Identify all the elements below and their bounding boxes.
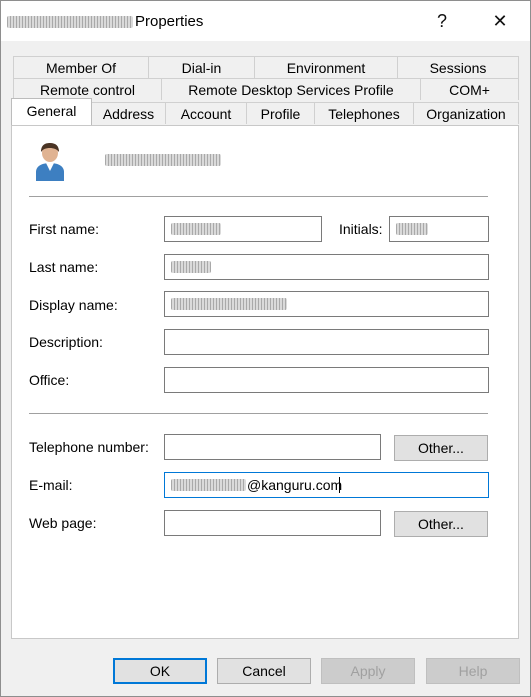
apply-button[interactable]: Apply bbox=[321, 658, 415, 684]
email-label: E-mail: bbox=[29, 477, 73, 493]
web-page-other-button[interactable]: Other... bbox=[394, 511, 488, 537]
tab-sessions[interactable]: Sessions bbox=[397, 56, 519, 78]
close-button[interactable]: ✕ bbox=[477, 1, 523, 41]
user-avatar-icon bbox=[36, 143, 64, 181]
office-field[interactable] bbox=[164, 367, 489, 393]
tab-profile[interactable]: Profile bbox=[246, 102, 315, 124]
text-caret bbox=[339, 477, 340, 493]
tab-member-of[interactable]: Member Of bbox=[13, 56, 149, 78]
web-page-label: Web page: bbox=[29, 515, 97, 531]
tab-com-plus[interactable]: COM+ bbox=[420, 78, 519, 100]
title-bar: Properties ? ✕ bbox=[1, 1, 530, 41]
last-name-label: Last name: bbox=[29, 259, 99, 275]
help-footer-button[interactable]: Help bbox=[426, 658, 520, 684]
description-field[interactable] bbox=[164, 329, 489, 355]
description-label: Description: bbox=[29, 334, 103, 350]
telephone-number-label: Telephone number: bbox=[29, 439, 149, 455]
last-name-field[interactable] bbox=[164, 254, 489, 280]
redacted-email-local-part bbox=[171, 479, 246, 491]
tab-environment[interactable]: Environment bbox=[254, 56, 398, 78]
redacted-last-name bbox=[171, 261, 211, 273]
window-title: Properties bbox=[135, 13, 204, 30]
cancel-button[interactable]: Cancel bbox=[217, 658, 311, 684]
tab-telephones[interactable]: Telephones bbox=[314, 102, 414, 124]
first-name-label: First name: bbox=[29, 221, 100, 237]
tab-address[interactable]: Address bbox=[91, 102, 166, 124]
tab-remote-control[interactable]: Remote control bbox=[13, 78, 162, 100]
telephone-other-button[interactable]: Other... bbox=[394, 435, 488, 461]
web-page-field[interactable] bbox=[164, 510, 381, 536]
display-name-label: Display name: bbox=[29, 297, 118, 313]
display-name-field[interactable] bbox=[164, 291, 489, 317]
first-name-field[interactable] bbox=[164, 216, 322, 242]
tab-organization[interactable]: Organization bbox=[413, 102, 519, 124]
help-button[interactable]: ? bbox=[419, 1, 465, 41]
redacted-initials bbox=[396, 223, 428, 235]
email-domain-text: @kanguru.com bbox=[247, 477, 343, 493]
divider-middle bbox=[29, 413, 488, 414]
ok-button[interactable]: OK bbox=[113, 658, 207, 684]
tab-general[interactable]: General bbox=[11, 98, 92, 125]
email-field[interactable]: @kanguru.com bbox=[164, 472, 489, 498]
redacted-display-name bbox=[171, 298, 287, 310]
redacted-user-display-name bbox=[105, 154, 221, 166]
tab-account[interactable]: Account bbox=[165, 102, 247, 124]
office-label: Office: bbox=[29, 372, 70, 388]
redacted-username-title bbox=[7, 16, 133, 28]
divider-top bbox=[29, 196, 488, 197]
tab-dial-in[interactable]: Dial-in bbox=[148, 56, 255, 78]
initials-field[interactable] bbox=[389, 216, 489, 242]
initials-label: Initials: bbox=[339, 221, 383, 237]
tab-remote-desktop-services-profile[interactable]: Remote Desktop Services Profile bbox=[161, 78, 421, 100]
properties-dialog: Properties ? ✕ Member Of Dial-in Environ… bbox=[0, 0, 531, 697]
redacted-first-name bbox=[171, 223, 221, 235]
telephone-number-field[interactable] bbox=[164, 434, 381, 460]
